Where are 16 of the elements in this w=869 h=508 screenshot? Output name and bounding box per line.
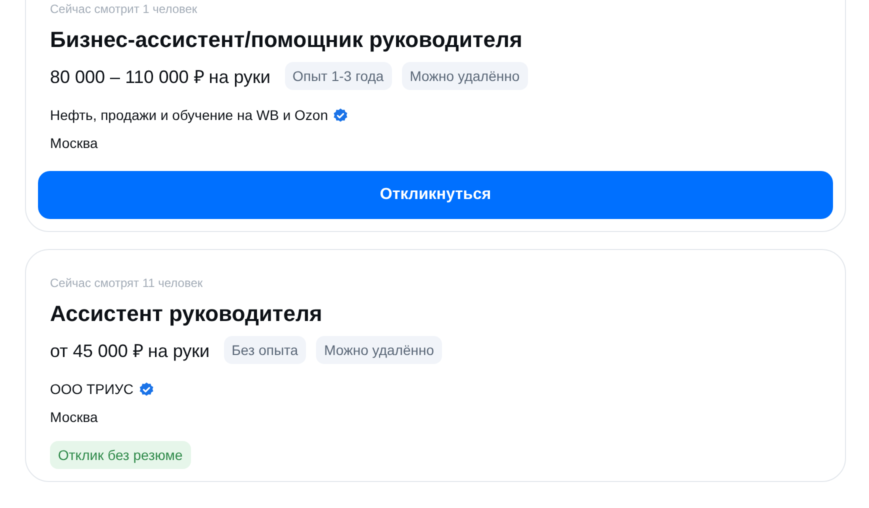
viewers-count: Сейчас смотрят 11 человек <box>50 276 204 290</box>
tag-chip: Можно удалённо <box>316 336 442 364</box>
tag-chip: Опыт 1-3 года <box>284 62 392 90</box>
salary-text: от 45 000 ₽ на руки <box>50 340 210 362</box>
tag-chip: Без опыта <box>224 336 306 364</box>
vacancy-title[interactable]: Ассистент руководителя <box>50 300 833 328</box>
viewers-count: Сейчас смотрит 1 человек <box>50 2 198 16</box>
city-text: Москва <box>50 409 99 425</box>
company-name[interactable]: Нефть, продажи и обучение на WB и Ozon <box>50 107 328 123</box>
tag-chip: Можно удалённо <box>402 62 528 90</box>
company-name[interactable]: ООО ТРИУС <box>50 381 134 397</box>
vacancy-title[interactable]: Бизнес-ассистент/помощник руководителя <box>50 26 833 54</box>
salary-text: 80 000 – 110 000 ₽ на руки <box>50 66 270 88</box>
no-resume-badge: Отклик без резюме <box>50 441 191 469</box>
respond-button[interactable]: Откликнуться <box>38 171 833 219</box>
city-text: Москва <box>50 135 99 151</box>
